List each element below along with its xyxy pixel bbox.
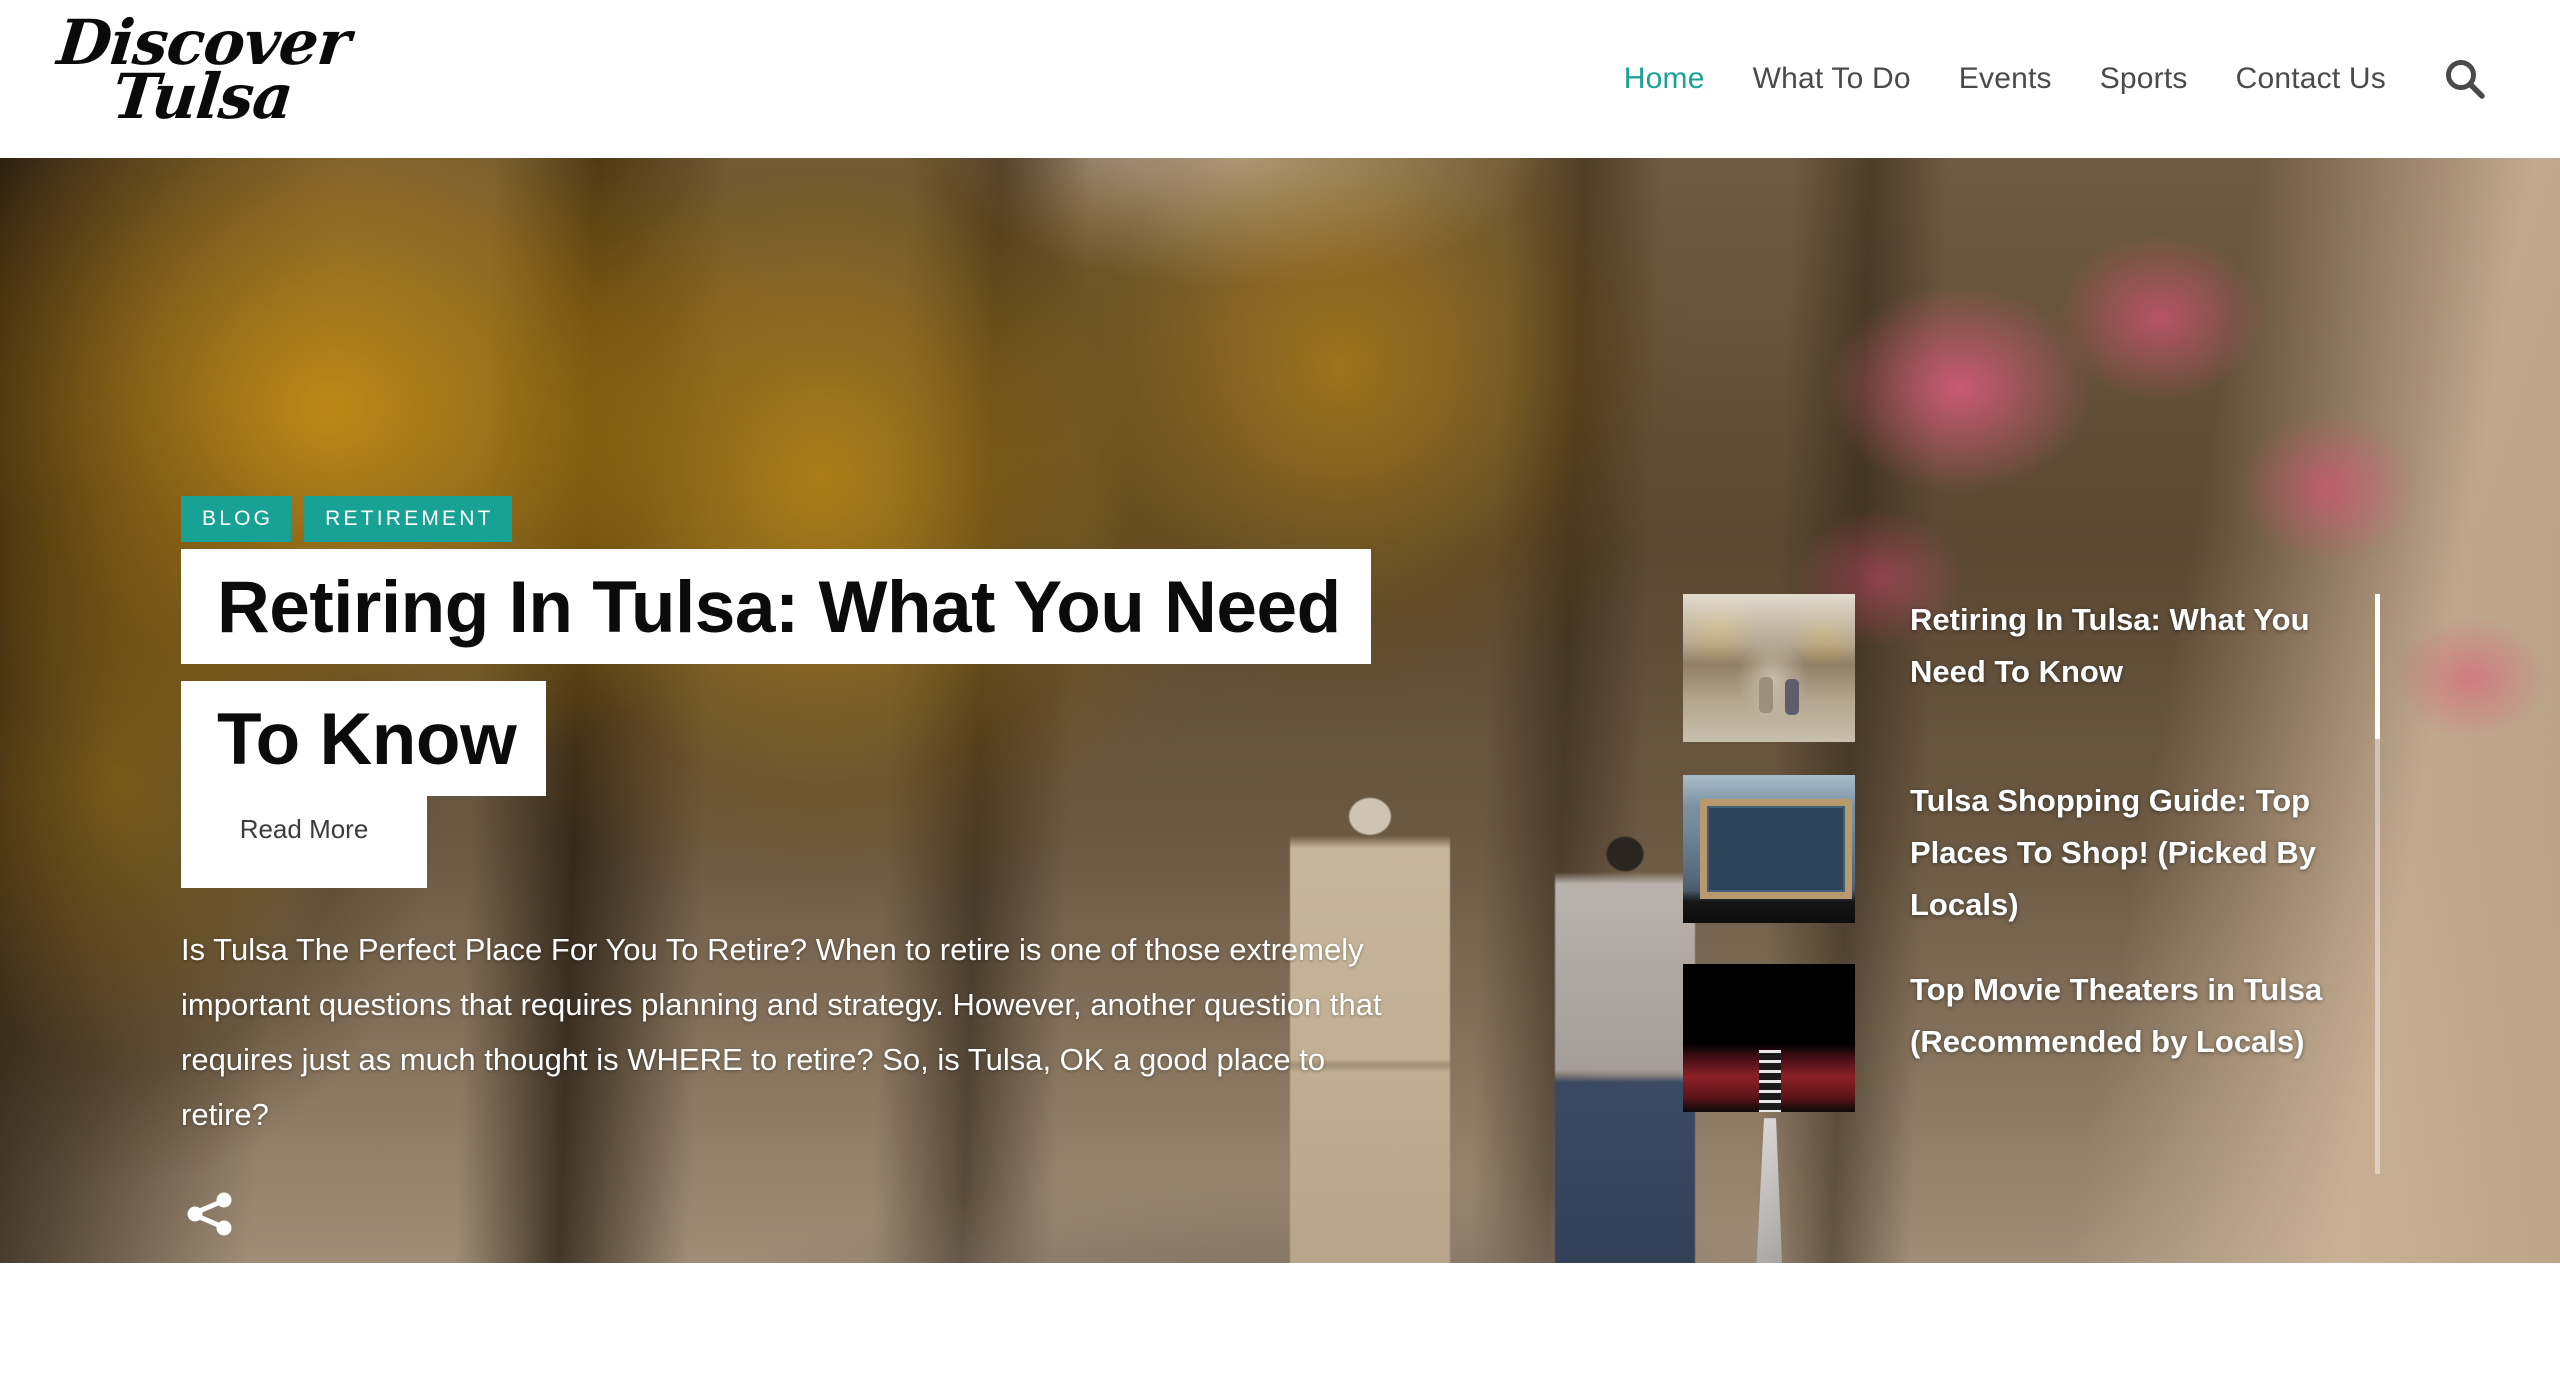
street-couple-thumbnail — [1683, 594, 1855, 742]
hero-excerpt: Is Tulsa The Perfect Place For You To Re… — [181, 932, 1382, 1132]
hero-title[interactable]: Retiring In Tulsa: What You Need To Know — [181, 542, 1411, 806]
slider-progress-track[interactable] — [2375, 594, 2380, 1174]
related-post-thumbnail — [1683, 594, 1855, 742]
related-post-item[interactable]: Top Movie Theaters in Tulsa (Recommended… — [1683, 964, 2443, 1112]
hero-content: Blog Retirement Retiring In Tulsa: What … — [0, 158, 2560, 1263]
thank-you-for-shopping-local-thumbnail — [1683, 775, 1855, 923]
related-post-title: Top Movie Theaters in Tulsa (Recommended… — [1910, 972, 2323, 1059]
related-post-item[interactable]: Tulsa Shopping Guide: Top Places To Shop… — [1683, 775, 2443, 931]
site-logo[interactable]: Discover Tulsa — [54, 2, 388, 154]
hero-title-line-1: Retiring In Tulsa: What You Need — [181, 549, 1371, 664]
badge-blog[interactable]: Blog — [181, 496, 292, 542]
share-icon[interactable] — [184, 1188, 236, 1240]
nav-item-events[interactable]: Events — [1935, 62, 2076, 96]
page-body-below-hero — [0, 1263, 2560, 1378]
nav-item-what-to-do[interactable]: What To Do — [1729, 62, 1935, 96]
related-post-title: Tulsa Shopping Guide: Top Places To Shop… — [1910, 783, 2316, 922]
search-icon — [2442, 56, 2488, 102]
logo-line-tulsa: Tulsa — [109, 60, 297, 133]
movie-theater-seats-thumbnail — [1683, 964, 1855, 1112]
related-post-item[interactable]: Retiring In Tulsa: What You Need To Know — [1683, 594, 2443, 742]
hero-related-posts: Retiring In Tulsa: What You Need To Know… — [1683, 594, 2443, 1145]
read-more-button[interactable]: Read More — [181, 770, 427, 888]
nav-item-contact-us[interactable]: Contact Us — [2212, 62, 2410, 96]
main-navigation: Home What To Do Events Sports Contact Us — [1600, 0, 2410, 158]
badge-retirement[interactable]: Retirement — [304, 496, 512, 542]
related-post-title: Retiring In Tulsa: What You Need To Know — [1910, 602, 2310, 689]
nav-item-sports[interactable]: Sports — [2076, 62, 2212, 96]
slider-progress-fill — [2375, 594, 2380, 739]
hero-slider: Blog Retirement Retiring In Tulsa: What … — [0, 158, 2560, 1263]
site-header: Discover Tulsa Home What To Do Events Sp… — [0, 0, 2560, 158]
nav-item-home[interactable]: Home — [1600, 62, 1729, 96]
search-button[interactable] — [2430, 0, 2500, 158]
related-post-thumbnail — [1683, 775, 1855, 923]
hero-category-badges: Blog Retirement — [181, 496, 512, 542]
related-post-thumbnail — [1683, 964, 1855, 1112]
